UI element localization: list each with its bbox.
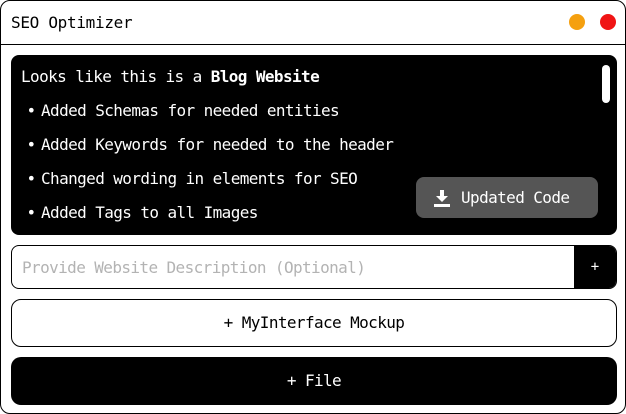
- updated-code-label: Updated Code: [461, 188, 570, 207]
- bullet-icon: •: [26, 101, 36, 120]
- download-icon: [434, 190, 450, 207]
- updated-code-button[interactable]: Updated Code: [416, 177, 598, 218]
- results-intro: Looks like this is a Blog Website: [21, 67, 320, 86]
- scrollbar-thumb[interactable]: [602, 65, 610, 103]
- add-mockup-button[interactable]: + MyInterface Mockup: [11, 299, 617, 347]
- site-type: Blog Website: [210, 67, 320, 86]
- intro-text: Looks like this is a: [21, 67, 211, 86]
- result-item: • Added Keywords for needed to the header: [21, 135, 393, 154]
- add-description-button[interactable]: +: [574, 246, 616, 288]
- add-file-button[interactable]: + File: [11, 357, 617, 405]
- result-item: • Added Schemas for needed entities: [21, 101, 339, 120]
- bullet-icon: •: [26, 203, 36, 222]
- window-title: SEO Optimizer: [11, 13, 133, 32]
- bullet-icon: •: [26, 135, 36, 154]
- result-item-text: Added Schemas for needed entities: [41, 101, 340, 120]
- bullet-icon: •: [26, 169, 36, 188]
- close-button[interactable]: [600, 14, 616, 30]
- result-item: • Changed wording in elements for SEO: [21, 169, 357, 188]
- result-item-text: Added Keywords for needed to the header: [41, 135, 394, 154]
- description-row: +: [11, 245, 617, 289]
- result-item-text: Added Tags to all Images: [41, 203, 258, 222]
- title-bar: SEO Optimizer: [1, 1, 625, 45]
- result-item: • Added Tags to all Images: [21, 203, 258, 222]
- seo-optimizer-window: SEO Optimizer Looks like this is a Blog …: [0, 0, 626, 414]
- minimize-button[interactable]: [569, 14, 585, 30]
- result-item-text: Changed wording in elements for SEO: [41, 169, 358, 188]
- results-panel: Looks like this is a Blog Website • Added…: [11, 55, 617, 235]
- website-description-input[interactable]: [12, 246, 572, 288]
